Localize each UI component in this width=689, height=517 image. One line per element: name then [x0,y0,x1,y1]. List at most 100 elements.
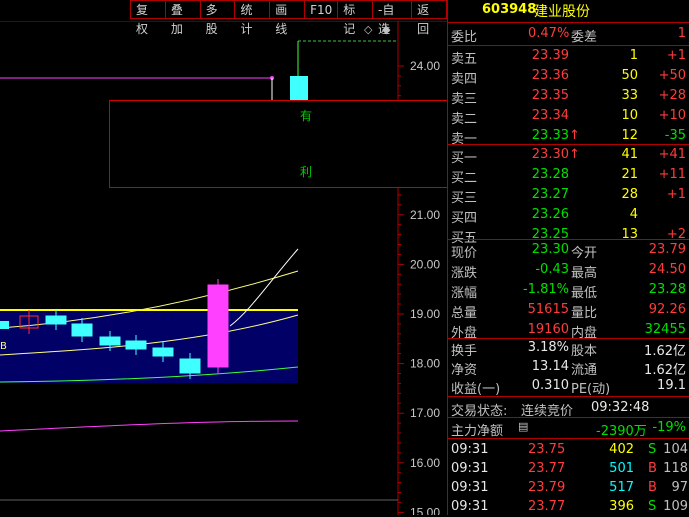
bids-price: 23.28 [531,167,569,182]
price-label: 24.00 [410,59,440,73]
asks-change: +50 [658,68,686,83]
quote-value: 23.79 [648,242,686,257]
quote-value: -1.81% [523,282,569,297]
asks-price: 23.36 [531,68,569,83]
bids-price: 23.27 [531,187,569,202]
orderbook-row: 卖五 23.39 1 +1 [448,46,689,67]
quote-row: 外盘 19160 内盘 32455 [448,320,689,341]
asks-change: -35 [664,128,686,143]
toolbar-button[interactable]: 叠加 [164,0,200,36]
asks-label: 卖三 [451,92,478,107]
tick-count: 104 [663,442,688,457]
toolbar-button[interactable]: F10 [304,0,338,19]
asks-volume: 10 [621,108,638,123]
tick-time: 09:31 [451,442,489,457]
bids-label: 买一 [451,151,478,166]
tick-side: S [648,499,657,514]
bids-price: 23.26 [531,207,569,222]
popup-line2: 利 [300,165,313,179]
price-label: 17.00 [410,406,440,420]
up-arrow-icon: ↑ [569,147,580,162]
fund-row: 收益(一) 0.310 PE(动) 19.1 [448,376,689,397]
tick-volume: 396 [609,499,634,514]
diamond-icon: ◇ [364,23,373,36]
tick-volume: 501 [609,461,634,476]
toolbar-button[interactable]: 统计 [234,0,270,36]
quote-row: 现价 23.30 今开 23.79 [448,240,689,261]
toolbar: 复权 叠加 多股 统计 画线 F10 标记 -自选 返回 [130,0,447,36]
candle-body [207,284,229,368]
today-candle [290,76,308,100]
orderbook-row: 卖四 23.36 50 +50 [448,66,689,87]
price-label: 20.00 [410,257,440,271]
fund-row: 净资 13.14 流通 1.62亿 [448,357,689,378]
fund-value: 13.14 [531,359,569,374]
tick-row: 09:31 23.75 402 S 104 [448,440,689,460]
quote-label: 涨跌 [451,266,478,281]
popup-line1: 有 [300,109,313,123]
bids-change: +41 [658,147,686,162]
commission-diff-label: 委差 [571,30,598,45]
price-label: 18.00 [410,357,440,371]
tick-price: 23.77 [528,499,566,514]
asks-price: 23.35 [531,88,569,103]
quote-row: 总量 51615 量比 92.26 [448,300,689,321]
orderbook-row: 买四 23.26 4 [448,205,689,226]
quote-value: 19160 [527,322,569,337]
quote-value: 92.26 [648,302,686,317]
asks-price: 23.34 [531,108,569,123]
tick-count: 118 [663,461,688,476]
tick-side: S [648,442,657,457]
asks-volume: 33 [621,88,638,103]
orderbook-row: 卖三 23.35 33 +28 [448,86,689,107]
diamond-icon: ◆ [382,23,391,36]
bids-label: 买二 [451,171,478,186]
netflow-row: 主力净额 ▤ -2390万 -19% [448,418,689,439]
info-popup: 有 利 [109,100,448,188]
fund-value: 3.18% [527,340,569,355]
orderbook-row: 卖二 23.34 10 +10 [448,106,689,127]
candle-body [125,340,147,350]
commission-diff: 1 [677,26,686,41]
asks-price: 23.33 [531,128,569,143]
asks-change: +10 [658,108,686,123]
quote-value: 51615 [527,302,569,317]
bids-change: +1 [666,187,686,202]
bids-volume: 41 [621,147,638,162]
toolbar-button[interactable]: 标记 [337,0,373,36]
toolbar-button[interactable]: -自选 [372,0,412,36]
quote-label: 总量 [451,306,478,321]
quote-row: 涨跌 -0.43 最高 24.50 [448,260,689,281]
quote-value: -0.43 [535,262,569,277]
tick-count: 97 [671,480,688,495]
bids-label: 买三 [451,191,478,206]
tick-row: 09:31 23.77 501 B 118 [448,459,689,479]
bids-change: +11 [658,167,686,182]
price-label: 19.00 [410,307,440,321]
candle-body [45,315,67,325]
bids-volume: 4 [629,207,638,222]
document-icon: ▤ [518,420,529,433]
tick-side: B [648,480,657,495]
netflow-amount: -2390万 [596,424,647,439]
price-label: 16.00 [410,456,440,470]
candle-body [179,358,201,374]
tick-time: 09:31 [451,499,489,514]
toolbar-button[interactable]: 复权 [130,0,165,36]
bids-volume: 21 [621,167,638,182]
quote-value: 24.50 [648,262,686,277]
tick-price: 23.75 [528,442,566,457]
fund-label: 收益(一) [451,382,501,397]
toolbar-button[interactable]: 返回 [411,0,447,36]
stock-code: 603948 [482,2,537,17]
kline-svg[interactable]: ◇◆24.0023.0022.0021.0020.0019.0018.0017.… [0,21,447,515]
kline-chart[interactable]: ◇◆24.0023.0022.0021.0020.0019.0018.0017.… [0,21,447,515]
candle-body [71,323,93,337]
quote-label: 涨幅 [451,286,478,301]
commission-ratio: 0.47% [528,26,570,41]
toolbar-button[interactable]: 多股 [199,0,235,36]
asks-volume: 50 [621,68,638,83]
bids-label: 买四 [451,211,478,226]
quote-value: 23.28 [648,282,686,297]
toolbar-button[interactable]: 画线 [269,0,305,36]
